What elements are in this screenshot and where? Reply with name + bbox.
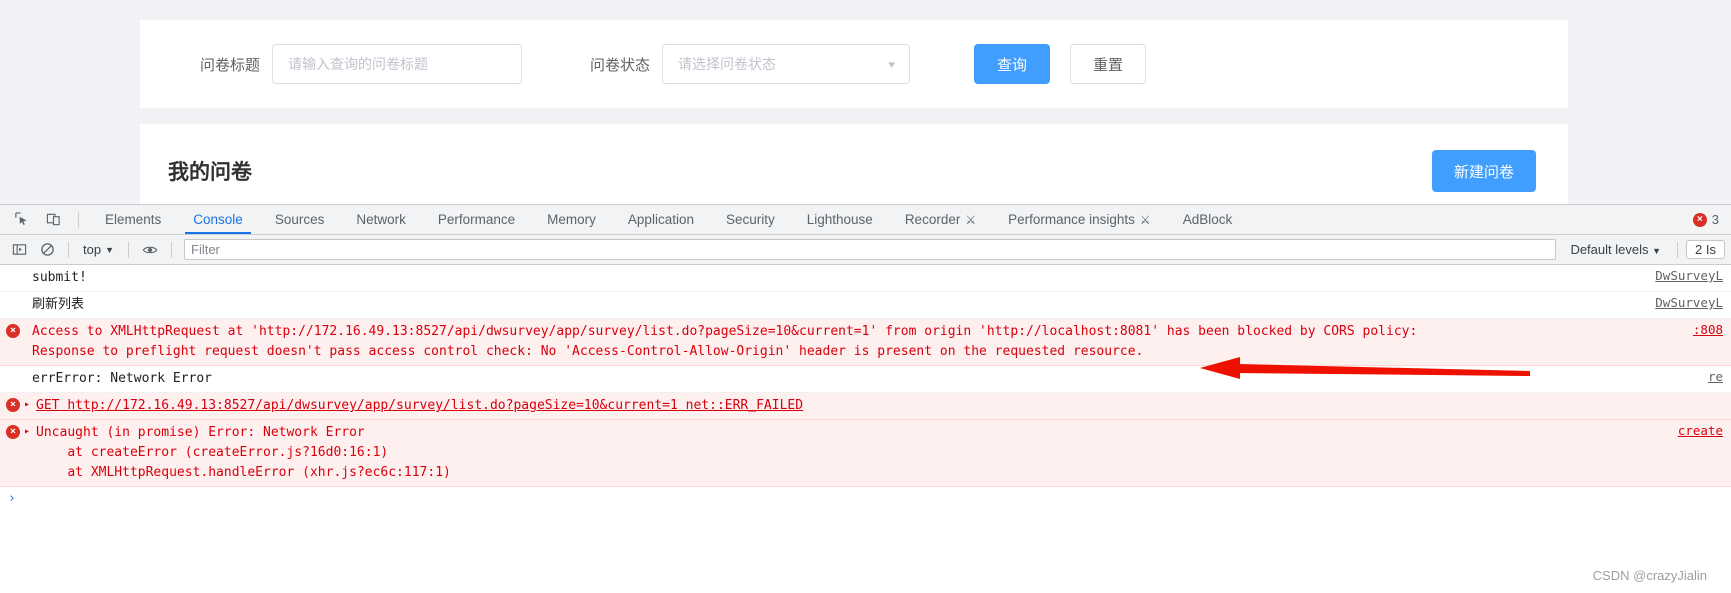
- console-message[interactable]: errError: Network Error re: [0, 366, 1731, 393]
- issues-button[interactable]: 2 Is: [1686, 240, 1725, 259]
- expand-triangle-icon[interactable]: ▸: [24, 399, 30, 410]
- survey-status-select[interactable]: 请选择问卷状态 ▾: [662, 44, 911, 84]
- error-circle-icon: ×: [1692, 212, 1707, 227]
- toolbar-divider: [1677, 241, 1679, 258]
- survey-title-input[interactable]: 请输入查询的问卷标题: [272, 44, 523, 84]
- devtools-tab-list: Elements Console Sources Network Perform…: [89, 205, 1687, 234]
- tab-performance-label: Performance: [437, 212, 516, 227]
- tab-network-label: Network: [356, 212, 406, 227]
- console-filter-input[interactable]: Filter: [184, 239, 1557, 260]
- console-sidebar-icon[interactable]: [6, 239, 32, 261]
- log-levels-dropdown[interactable]: Default levels ▼: [1562, 240, 1669, 259]
- console-message-text: GET http://172.16.49.13:8527/api/dwsurve…: [36, 398, 804, 413]
- tab-console[interactable]: Console: [177, 205, 259, 234]
- console-message-text: 刷新列表: [32, 297, 85, 312]
- devtools-tabbar-right: × 3: [1687, 205, 1731, 234]
- chevron-down-icon: ▼: [105, 244, 114, 255]
- tab-adblock-label: AdBlock: [1182, 212, 1233, 227]
- execution-context-selector[interactable]: top ▼: [77, 240, 120, 259]
- live-expression-eye-icon[interactable]: [137, 239, 163, 261]
- chevron-down-icon: ▼: [1652, 246, 1662, 256]
- tab-adblock[interactable]: AdBlock: [1167, 205, 1249, 234]
- console-prompt[interactable]: ›: [0, 487, 1731, 510]
- toolbar-divider: [128, 241, 129, 258]
- survey-title-label: 问卷标题: [200, 56, 261, 74]
- console-message[interactable]: submit! DwSurveyL: [0, 265, 1731, 292]
- expand-triangle-icon[interactable]: ▸: [24, 426, 30, 437]
- app-page-background: 问卷标题 请输入查询的问卷标题 问卷状态 请选择问卷状态 ▾ 查询 重置 我的问…: [0, 0, 1731, 204]
- log-levels-label: Default levels: [1570, 242, 1649, 257]
- device-toolbar-icon[interactable]: [40, 208, 66, 232]
- error-count-badge[interactable]: × 3: [1687, 210, 1725, 229]
- chevron-down-icon: ▾: [887, 58, 895, 71]
- toolbar-divider: [68, 241, 69, 258]
- tab-performance[interactable]: Performance: [422, 205, 531, 234]
- issues-label: 2 Is: [1695, 242, 1716, 257]
- tab-application[interactable]: Application: [612, 205, 710, 234]
- tab-sources-label: Sources: [274, 212, 325, 227]
- inspect-element-icon[interactable]: [8, 208, 34, 232]
- error-circle-icon: ×: [6, 398, 20, 412]
- devtools-panel: Elements Console Sources Network Perform…: [0, 204, 1731, 510]
- tab-application-label: Application: [627, 212, 694, 227]
- error-count-value: 3: [1711, 212, 1719, 227]
- clear-console-icon[interactable]: [34, 239, 60, 261]
- tab-sources[interactable]: Sources: [259, 205, 341, 234]
- devtools-tool-icons: [0, 205, 89, 234]
- console-message-list: submit! DwSurveyL 刷新列表 DwSurveyL × Acces…: [0, 265, 1731, 512]
- tab-elements-label: Elements: [105, 212, 162, 227]
- console-message-source[interactable]: DwSurveyL: [1655, 268, 1723, 283]
- survey-status-select-placeholder: 请选择问卷状态: [678, 56, 777, 72]
- tab-memory-label: Memory: [547, 212, 596, 227]
- survey-title-field-group: 问卷标题 请输入查询的问卷标题: [200, 44, 523, 84]
- tab-recorder-label: Recorder: [904, 212, 961, 227]
- error-circle-icon: ×: [6, 324, 20, 338]
- console-message-error[interactable]: × ▸ GET http://172.16.49.13:8527/api/dws…: [0, 393, 1731, 420]
- console-message[interactable]: 刷新列表 DwSurveyL: [0, 292, 1731, 319]
- error-circle-icon: ×: [6, 425, 20, 439]
- tab-console-label: Console: [193, 212, 243, 227]
- survey-list-card: 我的问卷 新建问卷: [140, 124, 1568, 204]
- console-message-text: errError: Network Error: [32, 371, 213, 386]
- survey-status-field-group: 问卷状态 请选择问卷状态 ▾: [590, 44, 911, 84]
- tab-security-label: Security: [725, 212, 775, 227]
- devtools-tabbar: Elements Console Sources Network Perform…: [0, 205, 1731, 235]
- console-toolbar: top ▼ Filter Default levels ▼ 2 Is: [0, 235, 1731, 265]
- survey-title-input-placeholder: 请输入查询的问卷标题: [288, 56, 429, 72]
- search-button[interactable]: 查询: [974, 44, 1051, 84]
- console-message-error[interactable]: × ▸ Uncaught (in promise) Error: Network…: [0, 420, 1731, 487]
- execution-context-label: top: [83, 242, 102, 257]
- console-message-source[interactable]: :808: [1693, 322, 1723, 337]
- toolbar-divider: [78, 211, 79, 228]
- search-filter-card: 问卷标题 请输入查询的问卷标题 问卷状态 请选择问卷状态 ▾ 查询 重置: [140, 20, 1568, 108]
- experiment-flask-icon: ⚔: [965, 212, 977, 227]
- reset-button[interactable]: 重置: [1070, 44, 1147, 84]
- tab-security[interactable]: Security: [710, 205, 791, 234]
- tab-lighthouse[interactable]: Lighthouse: [791, 205, 889, 234]
- console-message-error[interactable]: × Access to XMLHttpRequest at 'http://17…: [0, 319, 1731, 366]
- tab-memory[interactable]: Memory: [531, 205, 612, 234]
- experiment-flask-icon: ⚔: [1139, 212, 1151, 227]
- console-message-source[interactable]: re: [1708, 369, 1723, 384]
- page-bottom-background: [0, 509, 1731, 593]
- tab-elements[interactable]: Elements: [89, 205, 177, 234]
- console-message-text: submit!: [32, 270, 87, 285]
- tab-lighthouse-label: Lighthouse: [806, 212, 873, 227]
- console-message-source[interactable]: create: [1678, 423, 1723, 438]
- tab-performance-insights-label: Performance insights: [1008, 212, 1135, 227]
- new-survey-button[interactable]: 新建问卷: [1431, 150, 1536, 192]
- prompt-chevron-icon: ›: [8, 491, 16, 506]
- console-message-text: Access to XMLHttpRequest at 'http://172.…: [32, 324, 1418, 359]
- page-title: 我的问卷: [168, 161, 252, 184]
- console-message-text: Uncaught (in promise) Error: Network Err…: [36, 425, 451, 480]
- tab-recorder[interactable]: Recorder ⚔: [889, 205, 992, 234]
- survey-status-label: 问卷状态: [590, 56, 651, 74]
- tab-performance-insights[interactable]: Performance insights ⚔: [992, 205, 1167, 234]
- console-message-source[interactable]: DwSurveyL: [1655, 295, 1723, 310]
- watermark-text: CSDN @crazyJialin: [1592, 568, 1707, 583]
- console-filter-placeholder: Filter: [191, 242, 220, 257]
- toolbar-divider: [171, 241, 172, 258]
- tab-network[interactable]: Network: [340, 205, 422, 234]
